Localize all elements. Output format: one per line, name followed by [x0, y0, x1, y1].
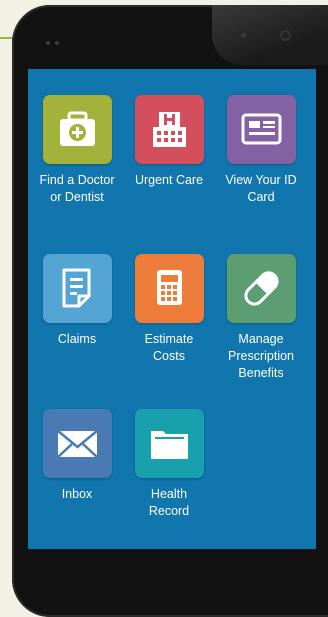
- tile-label: Health Record: [148, 487, 190, 518]
- tile-health-record[interactable]: Health Record: [124, 409, 214, 520]
- speaker-dots: [46, 32, 64, 50]
- tile-label: Inbox: [61, 487, 93, 501]
- id-card-icon: [226, 95, 296, 164]
- tile-view-id-card[interactable]: View Your ID Card: [216, 95, 306, 206]
- front-camera-icon: [280, 30, 291, 41]
- tile-claims[interactable]: Claims: [32, 254, 122, 348]
- tile-find-doctor[interactable]: Find a Doctor or Dentist: [32, 95, 122, 206]
- medical-kit-icon: [42, 95, 112, 164]
- mail-icon: [42, 409, 112, 478]
- tile-label: Find a Doctor or Dentist: [39, 173, 115, 204]
- tile-estimate-costs[interactable]: Estimate Costs: [124, 254, 214, 365]
- proximity-sensor: [241, 33, 246, 38]
- folder-icon: [134, 409, 204, 478]
- tile-label: Manage Prescription Benefits: [228, 332, 294, 380]
- calculator-icon: [134, 254, 204, 323]
- document-icon: [42, 254, 112, 323]
- tile-inbox[interactable]: Inbox: [32, 409, 122, 503]
- tile-label: View Your ID Card: [225, 173, 297, 204]
- tile-label: Estimate Costs: [144, 332, 194, 363]
- tile-label: Claims: [57, 332, 97, 346]
- tile-manage-prescription[interactable]: Manage Prescription Benefits: [216, 254, 306, 382]
- pill-icon: [226, 254, 296, 323]
- tile-label: Urgent Care: [134, 173, 204, 187]
- hospital-icon: [134, 95, 204, 164]
- tile-urgent-care[interactable]: Urgent Care: [124, 95, 214, 189]
- app-home-screen: Find a Doctor or Dentist Urgent Care Vie…: [28, 69, 316, 549]
- phone-gloss: [212, 5, 328, 65]
